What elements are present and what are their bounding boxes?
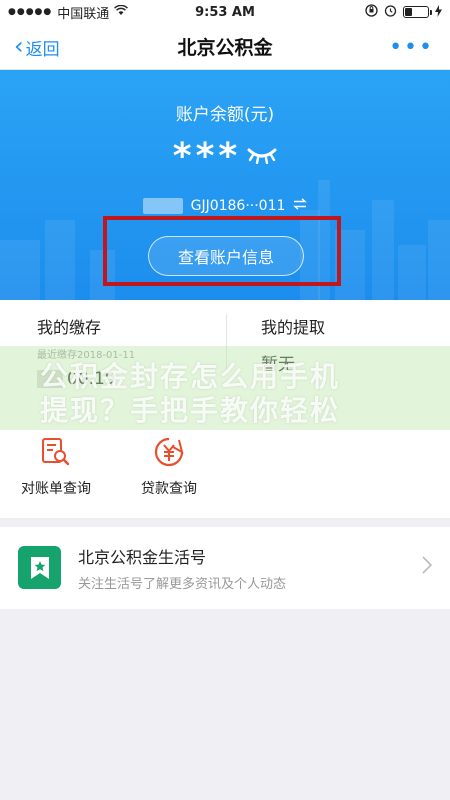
deposit-title: 我的缴存 bbox=[37, 318, 102, 337]
watermark-line-2: 提现？手把手教你轻松 bbox=[40, 394, 341, 427]
more-button[interactable]: ••• bbox=[389, 24, 434, 70]
alarm-icon bbox=[384, 4, 397, 20]
charging-icon bbox=[435, 4, 442, 20]
life-account-row[interactable]: 北京公积金生活号 关注生活号了解更多资讯及个人动态 bbox=[0, 527, 450, 609]
nav-bar: ‹ 返回 北京公积金 ••• bbox=[0, 24, 450, 70]
withdraw-title: 我的提取 bbox=[261, 318, 326, 337]
service-loan-query[interactable]: 贷款查询 bbox=[119, 436, 219, 498]
balance-masked-value: *** bbox=[172, 136, 242, 177]
statement-search-icon bbox=[40, 436, 72, 468]
status-time: 9:53 AM bbox=[195, 4, 255, 20]
status-bar: ●●●●● 中国联通 9:53 AM bbox=[0, 0, 450, 24]
signal-icon: ●●●●● bbox=[8, 7, 53, 17]
masked-name bbox=[142, 198, 183, 214]
bookmark-star-icon bbox=[18, 546, 61, 589]
annotation-highlight-box bbox=[103, 216, 341, 286]
status-left: ●●●●● 中国联通 bbox=[8, 3, 129, 22]
life-title: 北京公积金生活号 bbox=[78, 548, 207, 567]
carrier-label: 中国联通 bbox=[57, 6, 110, 22]
chevron-left-icon: ‹ bbox=[14, 32, 24, 60]
watermark-text: 公积金封存怎么用手机 提现？手把手教你轻松 bbox=[40, 360, 420, 428]
account-number: GJJ0186···011 bbox=[190, 198, 286, 214]
orientation-lock-icon bbox=[365, 4, 378, 20]
service-label: 对账单查询 bbox=[21, 481, 91, 497]
status-right bbox=[365, 4, 442, 20]
account-row: GJJ0186···011 bbox=[0, 198, 450, 214]
back-button[interactable]: ‹ 返回 bbox=[14, 24, 60, 70]
service-label: 贷款查询 bbox=[141, 481, 197, 497]
balance-banner: 账户余额(元) *** GJJ0186···011 查看账户信息 bbox=[0, 70, 450, 300]
battery-icon bbox=[403, 6, 432, 18]
chevron-right-icon bbox=[422, 555, 433, 580]
watermark-line-1: 公积金封存怎么用手机 bbox=[40, 360, 341, 393]
back-label: 返回 bbox=[25, 39, 60, 60]
balance-value: *** bbox=[0, 136, 450, 177]
balance-label: 账户余额(元) bbox=[175, 105, 275, 125]
loan-query-icon bbox=[153, 436, 185, 468]
wifi-icon bbox=[114, 4, 129, 20]
service-statement-query[interactable]: 对账单查询 bbox=[6, 436, 106, 498]
life-subtitle: 关注生活号了解更多资讯及个人动态 bbox=[78, 577, 287, 592]
eye-closed-icon[interactable] bbox=[247, 138, 277, 171]
switch-account-icon[interactable] bbox=[293, 198, 308, 214]
page-title: 北京公积金 bbox=[177, 37, 273, 59]
